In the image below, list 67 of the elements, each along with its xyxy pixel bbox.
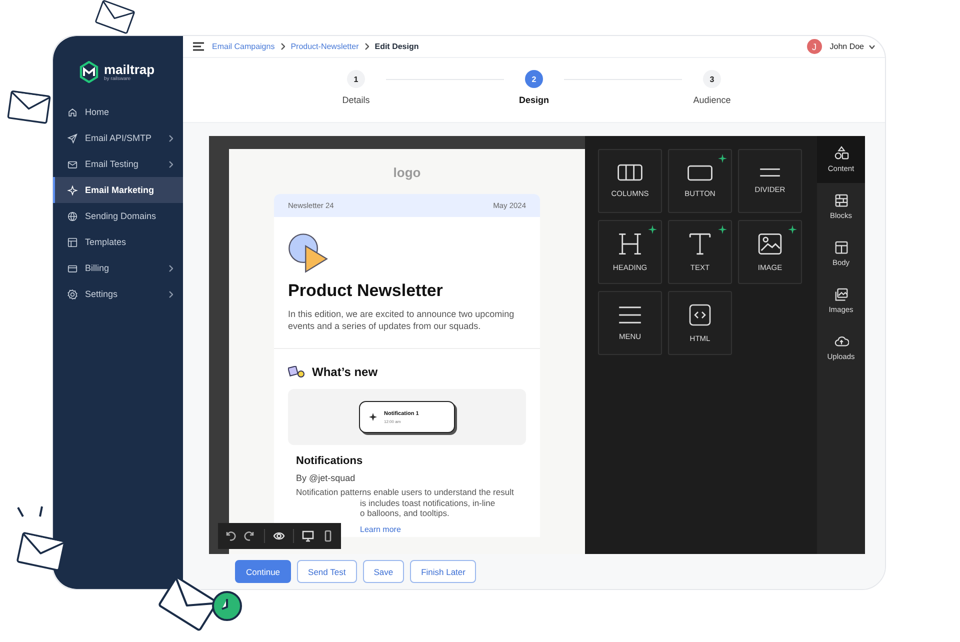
sidebar-item[interactable]: Settings bbox=[53, 281, 183, 307]
home-icon bbox=[67, 106, 78, 118]
sidebar-item[interactable]: Billing bbox=[53, 255, 183, 281]
sidebar-item[interactable]: Home bbox=[53, 99, 183, 125]
step-number[interactable]: 1 bbox=[347, 70, 365, 88]
image-icon bbox=[758, 232, 782, 254]
byline: By @jet-squad bbox=[296, 473, 356, 483]
layout-icon bbox=[834, 240, 848, 255]
settings-icon bbox=[67, 288, 78, 300]
logo-text: logo bbox=[393, 165, 421, 180]
shapes-drawing bbox=[288, 366, 306, 378]
body-text: Notification patterns enable users to understand the result bbox=[296, 487, 515, 498]
heading-icon bbox=[618, 232, 642, 254]
shapes-icon bbox=[834, 146, 848, 161]
sidebar-item[interactable]: Sending Domains bbox=[53, 203, 183, 229]
sidebar-item[interactable]: Email Marketing bbox=[53, 177, 183, 203]
two-lines-icon bbox=[759, 168, 781, 177]
images-icon bbox=[834, 287, 848, 302]
brand-name: mailtrap bbox=[104, 62, 155, 76]
menu-icon bbox=[618, 306, 642, 324]
user-name[interactable]: John Doe bbox=[830, 42, 864, 51]
eye-icon[interactable] bbox=[273, 530, 285, 542]
step-number[interactable]: 3 bbox=[703, 70, 721, 88]
circle-play-drawing bbox=[288, 233, 328, 273]
breadcrumb-link[interactable]: Product-Newsletter bbox=[290, 42, 359, 51]
rectangle-icon bbox=[687, 164, 713, 180]
text-icon bbox=[689, 232, 711, 254]
mobile-icon[interactable] bbox=[322, 530, 334, 542]
code-icon bbox=[689, 304, 711, 326]
action-button[interactable]: Continue bbox=[235, 560, 292, 583]
globe-icon bbox=[67, 210, 78, 222]
sparkle-icon bbox=[368, 412, 378, 422]
chevron-icon bbox=[280, 43, 285, 50]
sparkle-icon bbox=[67, 184, 78, 196]
step-number[interactable]: 2 bbox=[525, 70, 543, 88]
card-icon bbox=[67, 262, 78, 274]
intro-text: In this edition, we are excited to announce two upcoming events and a series of updates from our squads. bbox=[288, 309, 516, 332]
breadcrumb-link[interactable]: Email Campaigns bbox=[212, 42, 275, 51]
layout-icon bbox=[67, 236, 78, 248]
redo-icon[interactable] bbox=[244, 530, 256, 542]
sidebar-item[interactable]: Templates bbox=[53, 229, 183, 255]
action-button[interactable]: Send Test bbox=[297, 560, 357, 583]
step-label[interactable]: Details bbox=[342, 95, 370, 105]
chevron-icon bbox=[364, 43, 369, 50]
action-button[interactable]: Save bbox=[362, 560, 404, 583]
body-text: o balloons, and tooltips. bbox=[359, 508, 450, 518]
logo-icon bbox=[79, 61, 99, 83]
sidebar-item[interactable]: Email Testing bbox=[53, 151, 183, 177]
columns-icon bbox=[617, 164, 643, 181]
section-title: What’s new bbox=[312, 365, 378, 379]
menu-icon[interactable] bbox=[193, 42, 204, 51]
learn-more-link[interactable]: Learn more bbox=[360, 524, 401, 534]
envelope-icon bbox=[67, 158, 78, 170]
undo-icon[interactable] bbox=[224, 530, 236, 542]
tick-marks-drawing bbox=[17, 506, 44, 518]
body-text: is includes toast notifications, in-line bbox=[359, 498, 496, 508]
step-label[interactable]: Design bbox=[518, 95, 549, 105]
article-title: Notifications bbox=[296, 455, 364, 467]
caret-icon[interactable] bbox=[869, 44, 875, 48]
step-label[interactable]: Audience bbox=[693, 95, 731, 105]
grid-icon bbox=[834, 193, 848, 208]
sidebar-item[interactable]: Email API/SMTP bbox=[53, 125, 183, 151]
desktop-icon[interactable] bbox=[302, 530, 314, 542]
action-button[interactable]: Finish Later bbox=[410, 560, 476, 583]
newsletter-title: Product Newsletter bbox=[288, 281, 444, 301]
paper-plane-icon bbox=[67, 132, 78, 144]
cloud-upload-icon bbox=[834, 334, 848, 349]
